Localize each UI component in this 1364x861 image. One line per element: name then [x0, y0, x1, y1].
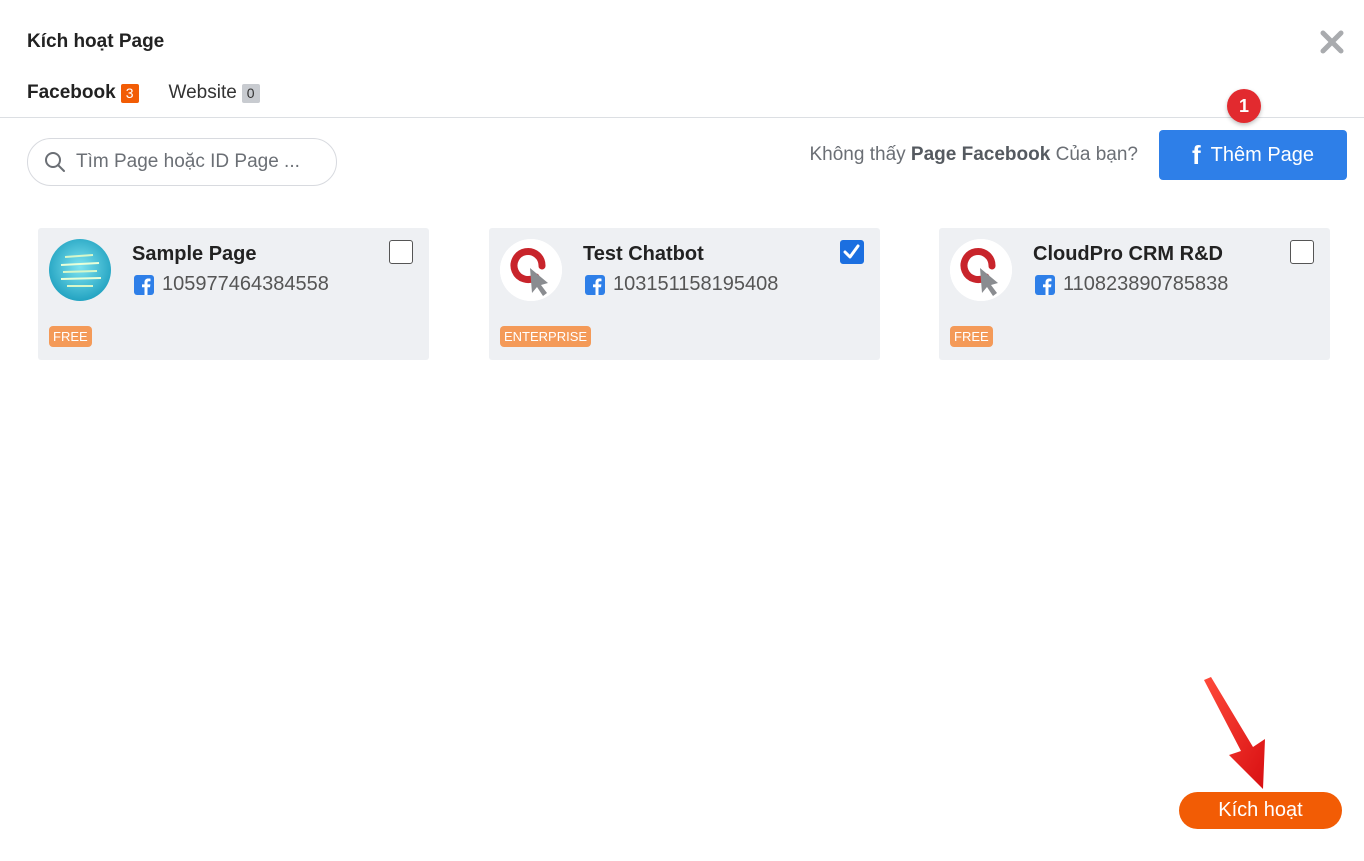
checkmark-icon [843, 244, 860, 259]
page-checkbox[interactable] [1290, 240, 1314, 264]
page-id-row: 103151158195408 [585, 273, 778, 296]
search-box[interactable] [27, 138, 337, 186]
close-button[interactable] [1318, 28, 1346, 56]
tab-label: Website [168, 82, 237, 103]
add-page-button[interactable]: f Thêm Page [1159, 130, 1347, 180]
notice-bold: Page Facebook [910, 144, 1051, 165]
page-checkbox[interactable] [389, 240, 413, 264]
page-id: 110823890785838 [1063, 273, 1229, 295]
step-number-badge: 1 [1227, 89, 1261, 123]
activate-page-modal: Kích hoạt Page Facebook 3 Website 0 Khôn… [0, 0, 1364, 861]
page-card[interactable]: CloudPro CRM R&D 110823890785838 FREE [939, 228, 1330, 360]
annotation-arrow-icon [1204, 677, 1265, 789]
notice-suffix: Của bạn? [1050, 144, 1138, 165]
activate-button[interactable]: Kích hoạt [1179, 792, 1342, 829]
facebook-icon [585, 274, 605, 295]
add-page-label: Thêm Page [1210, 143, 1315, 166]
search-input[interactable] [74, 150, 318, 174]
facebook-icon [1035, 274, 1055, 295]
facebook-f-icon: f [1191, 139, 1201, 170]
cloudpro-logo-icon [500, 239, 562, 301]
page-avatar [49, 239, 111, 301]
tab-label: Facebook [27, 82, 116, 103]
page-id: 105977464384558 [162, 273, 329, 295]
page-name: Test Chatbot [583, 243, 704, 265]
plan-badge: FREE [950, 326, 993, 347]
tab-facebook[interactable]: Facebook 3 [27, 78, 139, 108]
plan-badge: ENTERPRISE [500, 326, 592, 347]
notice-prefix: Không thấy [809, 144, 911, 165]
missing-page-notice: Không thấy Page Facebook Của bạn? [810, 144, 1139, 166]
page-card[interactable]: Test Chatbot 103151158195408 ENTERPRISE [489, 228, 880, 360]
channel-tabs: Facebook 3 Website 0 [27, 78, 290, 108]
page-checkbox[interactable] [840, 240, 864, 264]
page-id-row: 105977464384558 [134, 273, 329, 296]
tab-count-badge: 3 [120, 83, 139, 103]
page-id-row: 110823890785838 [1035, 273, 1228, 296]
page-id: 103151158195408 [613, 273, 779, 295]
page-avatar [500, 239, 562, 301]
page-name: Sample Page [132, 243, 257, 265]
page-name: CloudPro CRM R&D [1033, 243, 1223, 265]
header-divider [0, 117, 1364, 118]
plan-badge: FREE [49, 326, 92, 347]
search-icon [45, 152, 65, 172]
page-avatar [950, 239, 1012, 301]
tab-website[interactable]: Website 0 [169, 78, 260, 108]
cloudpro-logo-icon [950, 239, 1012, 301]
facebook-icon [134, 274, 154, 295]
close-icon [1320, 30, 1344, 54]
modal-title: Kích hoạt Page [27, 31, 165, 52]
tab-count-badge: 0 [241, 83, 260, 103]
page-card[interactable]: Sample Page 105977464384558 FREE [38, 228, 429, 360]
